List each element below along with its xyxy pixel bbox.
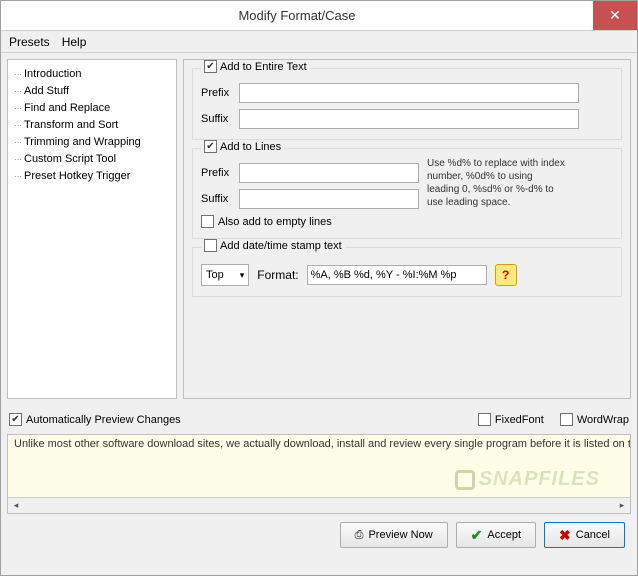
scroll-right-icon[interactable]: ▸ xyxy=(614,498,630,514)
close-button[interactable]: ✕ xyxy=(593,1,637,30)
checkbox-empty-lines[interactable] xyxy=(201,215,214,228)
label-fixedfont: FixedFont xyxy=(495,414,544,426)
sidebar-item-transform-sort[interactable]: Transform and Sort xyxy=(14,117,170,134)
label-wordwrap: WordWrap xyxy=(577,414,629,426)
horizontal-scrollbar[interactable]: ◂ ▸ xyxy=(8,497,630,513)
checkbox-add-entire-text[interactable] xyxy=(204,60,217,73)
preview-text: Unlike most other software download site… xyxy=(8,435,630,453)
label-prefix-entire: Prefix xyxy=(201,87,233,99)
window-title: Modify Format/Case xyxy=(1,8,593,23)
sidebar: Introduction Add Stuff Find and Replace … xyxy=(7,59,177,399)
sidebar-item-trimming-wrapping[interactable]: Trimming and Wrapping xyxy=(14,134,170,151)
menu-help[interactable]: Help xyxy=(62,35,87,49)
preview-icon: ⎙ xyxy=(355,529,364,542)
accept-button[interactable]: ✔ Accept xyxy=(456,522,536,548)
chevron-down-icon: ▾ xyxy=(240,270,245,281)
label-format: Format: xyxy=(257,268,298,282)
group-add-lines: Add to Lines Prefix Suffix xyxy=(192,148,622,239)
scroll-left-icon[interactable]: ◂ xyxy=(8,498,24,514)
sidebar-item-custom-script[interactable]: Custom Script Tool xyxy=(14,151,170,168)
check-icon: ✔ xyxy=(471,527,483,544)
hint-placeholder-text: Use %d% to replace with index number, %0… xyxy=(427,157,567,209)
x-icon: ✖ xyxy=(559,527,571,544)
checkbox-wordwrap[interactable] xyxy=(560,413,573,426)
window: Modify Format/Case ✕ Presets Help Introd… xyxy=(0,0,638,576)
group-datetime: Add date/time stamp text Top ▾ Format: ? xyxy=(192,247,622,297)
group-label-lines: Add to Lines xyxy=(220,141,281,153)
input-prefix-lines[interactable] xyxy=(239,163,419,183)
select-datetime-position[interactable]: Top ▾ xyxy=(201,264,249,286)
sidebar-item-introduction[interactable]: Introduction xyxy=(14,66,170,83)
titlebar: Modify Format/Case ✕ xyxy=(1,1,637,31)
label-suffix-lines: Suffix xyxy=(201,193,233,205)
cancel-button[interactable]: ✖ Cancel xyxy=(544,522,625,548)
sidebar-item-add-stuff[interactable]: Add Stuff xyxy=(14,83,170,100)
content: Introduction Add Stuff Find and Replace … xyxy=(1,53,637,575)
input-suffix-lines[interactable] xyxy=(239,189,419,209)
label-prefix-lines: Prefix xyxy=(201,167,233,179)
btn-label-preview: Preview Now xyxy=(368,529,432,541)
group-label-datetime: Add date/time stamp text xyxy=(220,240,342,252)
btn-label-accept: Accept xyxy=(487,529,521,541)
watermark: SNAPFILES xyxy=(455,468,600,491)
group-add-entire-text: Add to Entire Text Prefix Suffix xyxy=(192,68,622,140)
label-suffix-entire: Suffix xyxy=(201,113,233,125)
input-prefix-entire[interactable] xyxy=(239,83,579,103)
label-empty-lines: Also add to empty lines xyxy=(218,216,332,228)
input-datetime-format[interactable] xyxy=(307,265,487,285)
checkbox-datetime[interactable] xyxy=(204,239,217,252)
group-label-entire-text: Add to Entire Text xyxy=(220,61,307,73)
preview-box: Unlike most other software download site… xyxy=(7,434,631,514)
select-value: Top xyxy=(206,269,224,281)
main-area: Introduction Add Stuff Find and Replace … xyxy=(7,59,631,399)
checkbox-add-lines[interactable] xyxy=(204,140,217,153)
menu-presets[interactable]: Presets xyxy=(9,35,50,49)
settings-panel: Add to Entire Text Prefix Suffix Add to xyxy=(183,59,631,399)
options-row: Automatically Preview Changes FixedFont … xyxy=(7,403,631,430)
input-suffix-entire[interactable] xyxy=(239,109,579,129)
checkbox-fixedfont[interactable] xyxy=(478,413,491,426)
btn-label-cancel: Cancel xyxy=(576,529,610,541)
preview-now-button[interactable]: ⎙ Preview Now xyxy=(340,522,448,548)
question-icon: ? xyxy=(502,268,509,282)
sidebar-item-preset-hotkey[interactable]: Preset Hotkey Trigger xyxy=(14,168,170,185)
close-icon: ✕ xyxy=(609,7,621,24)
help-button[interactable]: ? xyxy=(495,264,517,286)
button-bar: ⎙ Preview Now ✔ Accept ✖ Cancel xyxy=(7,514,631,558)
menubar: Presets Help xyxy=(1,31,637,53)
snapfiles-icon xyxy=(455,470,475,490)
checkbox-auto-preview[interactable] xyxy=(9,413,22,426)
sidebar-item-find-replace[interactable]: Find and Replace xyxy=(14,100,170,117)
label-auto-preview: Automatically Preview Changes xyxy=(26,414,181,426)
